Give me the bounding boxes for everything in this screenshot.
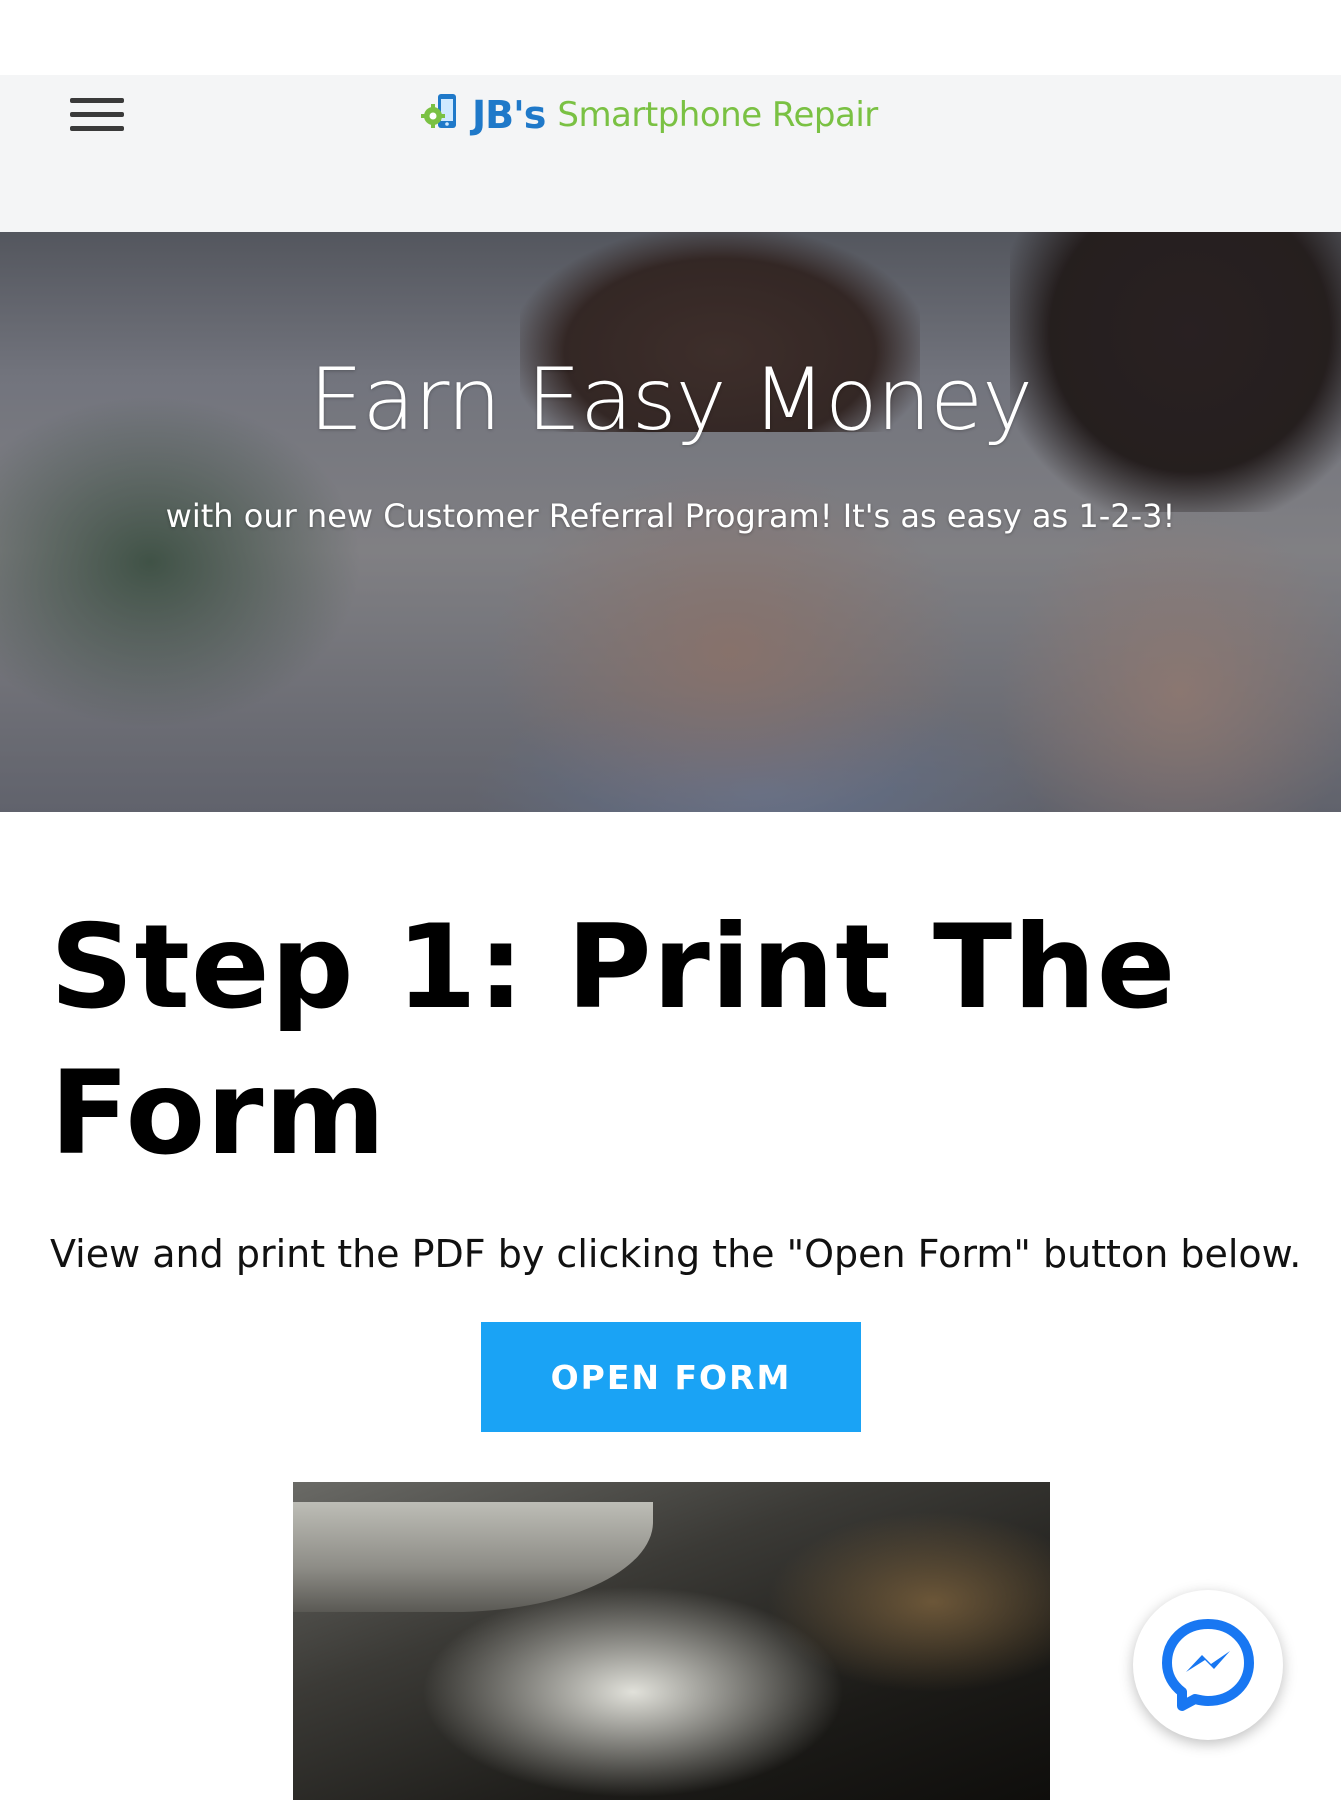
hero-subtitle: with our new Customer Referral Program! … (165, 497, 1176, 535)
page: JB's Smartphone Repair Earn Easy Money w… (0, 0, 1341, 1800)
hero-banner: Earn Easy Money with our new Customer Re… (0, 232, 1341, 812)
open-form-button[interactable]: OPEN FORM (481, 1322, 861, 1432)
printer-tray-shape (293, 1502, 653, 1612)
messenger-icon (1162, 1619, 1254, 1711)
step-title-line: Step 1: Print The (50, 900, 1177, 1035)
top-spacer (0, 0, 1341, 75)
printer-image (293, 1482, 1050, 1800)
step-description: View and print the PDF by clicking the "… (50, 1232, 1302, 1276)
step-title-line: Form (50, 1046, 387, 1181)
messenger-chat-button[interactable] (1133, 1590, 1283, 1740)
menu-bar (70, 125, 124, 131)
menu-bar (70, 97, 124, 103)
logo-name: Smartphone Repair (557, 95, 878, 135)
menu-bar (70, 111, 124, 117)
hero-title: Earn Easy Money (309, 350, 1033, 450)
phone-gear-icon (421, 94, 456, 128)
site-logo[interactable]: JB's Smartphone Repair (420, 87, 878, 143)
hamburger-menu-icon[interactable] (70, 93, 124, 135)
step-title: Step 1: Print The Form (50, 895, 1250, 1187)
site-header: JB's Smartphone Repair (0, 75, 1341, 232)
logo-brand: JB's (472, 93, 546, 137)
